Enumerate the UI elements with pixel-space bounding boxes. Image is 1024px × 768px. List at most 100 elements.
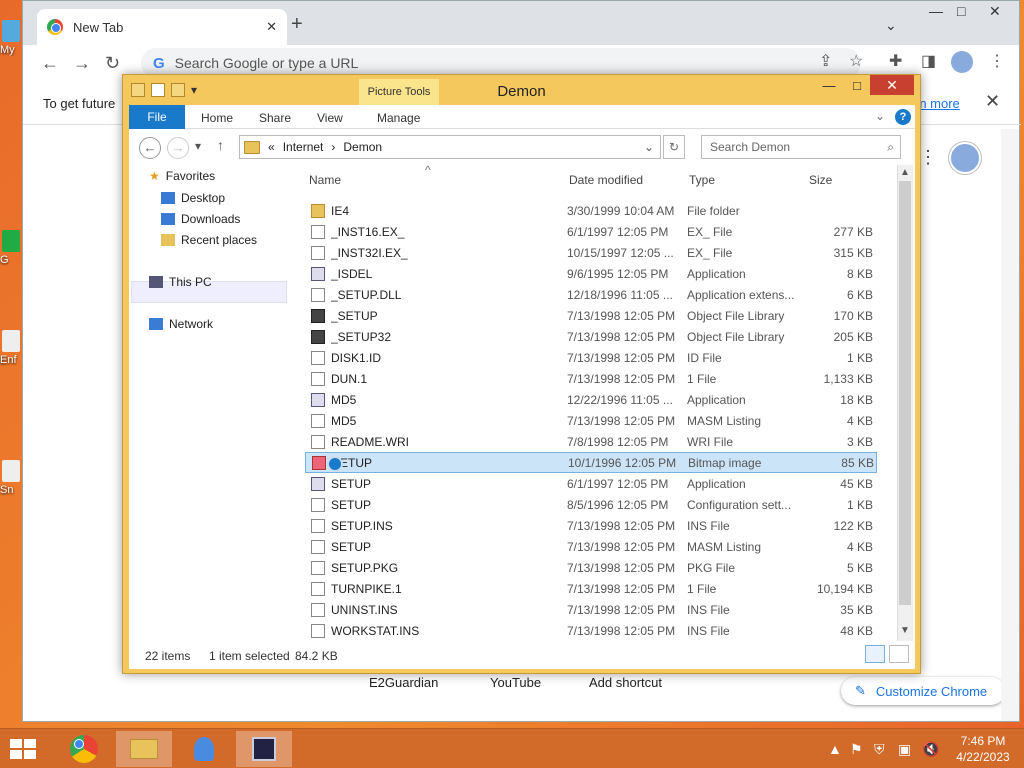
help-icon[interactable]: ?	[895, 109, 911, 125]
taskbar-setup-app[interactable]	[236, 731, 292, 767]
nav-favorites[interactable]: ★ Favorites	[149, 169, 215, 183]
file-row[interactable]: SETUP 7/13/1998 12:05 PM MASM Listing 4 KB	[305, 536, 877, 557]
back-icon[interactable]: ←	[41, 53, 59, 74]
up-icon[interactable]: ↑	[217, 137, 224, 153]
nav-downloads[interactable]: Downloads	[161, 212, 240, 226]
details-view-icon[interactable]	[865, 645, 885, 663]
new-tab-button[interactable]: +	[291, 13, 303, 36]
file-row[interactable]: _ISDEL 9/6/1995 12:05 PM Application 8 KB	[305, 263, 877, 284]
desktop-shortcut[interactable]: My	[0, 20, 22, 56]
file-row[interactable]: DUN.1 7/13/1998 12:05 PM 1 File 1,133 KB	[305, 368, 877, 389]
close-window-button[interactable]: ✕	[989, 3, 1001, 20]
file-row[interactable]: _INST16.EX_ 6/1/1997 12:05 PM EX_ File 277 …	[305, 221, 877, 242]
reload-icon[interactable]: ↻	[105, 53, 120, 74]
col-size[interactable]: Size	[809, 173, 832, 187]
nav-recent[interactable]: Recent places	[161, 233, 257, 247]
minimize-button[interactable]: —	[929, 3, 943, 19]
volume-icon[interactable]: 🔇	[922, 741, 939, 758]
share-icon[interactable]: ⇪	[819, 51, 832, 71]
file-row[interactable]: SETUP 8/5/1996 12:05 PM Configuration sett…	[305, 494, 877, 515]
shortcut-youtube[interactable]: YouTube	[490, 675, 541, 690]
scroll-thumb[interactable]	[899, 181, 911, 605]
file-row[interactable]: IE4 3/30/1999 10:04 AM File folder	[305, 200, 877, 221]
close-tab-icon[interactable]: ✕	[266, 19, 277, 35]
tab-file[interactable]: File	[129, 105, 185, 129]
taskbar-explorer[interactable]	[116, 731, 172, 767]
menu-kebab-icon[interactable]: ⋮	[989, 51, 1005, 71]
forward-icon[interactable]: →	[73, 53, 91, 74]
flag-icon[interactable]: ⚑	[850, 741, 863, 758]
desktop-shortcut[interactable]: Sn	[0, 460, 22, 496]
address-bar[interactable]: « Internet › Demon ⌄	[239, 135, 661, 159]
tab-view[interactable]: View	[317, 111, 343, 125]
list-scrollbar[interactable]: ▲ ▼	[897, 165, 913, 641]
tab-home[interactable]: Home	[201, 111, 233, 125]
file-row[interactable]: _SETUP 7/13/1998 12:05 PM Object File Libr…	[305, 305, 877, 326]
file-row[interactable]: _INST32I.EX_ 10/15/1997 12:05 ... EX_ File…	[305, 242, 877, 263]
desktop-shortcut[interactable]: Enf	[0, 330, 22, 366]
breadcrumb-arrow-icon[interactable]: ›	[331, 140, 335, 154]
tab-manage[interactable]: Manage	[377, 111, 420, 125]
breadcrumb-overflow[interactable]: «	[268, 140, 275, 154]
col-name[interactable]: Name	[309, 173, 341, 187]
ntp-avatar[interactable]	[949, 142, 981, 174]
customize-chrome-button[interactable]: ✎ Customize Chrome	[841, 677, 1005, 705]
ntp-menu-icon[interactable]: ⋮	[919, 147, 937, 168]
network-tray-icon[interactable]: ▣	[898, 741, 911, 758]
side-panel-icon[interactable]: ◨	[921, 51, 936, 71]
file-row[interactable]: TURNPIKE.1 7/13/1998 12:05 PM 1 File 10,194…	[305, 578, 877, 599]
close-info-icon[interactable]: ✕	[985, 91, 1000, 112]
address-dropdown-icon[interactable]: ⌄	[644, 140, 654, 154]
refresh-icon[interactable]: ↻	[663, 135, 685, 159]
col-date-modified[interactable]: Date modified	[569, 173, 643, 187]
explorer-minimize-button[interactable]: —	[815, 77, 843, 97]
file-row[interactable]: SETUP.PKG 7/13/1998 12:05 PM PKG File 5 KB	[305, 557, 877, 578]
nav-desktop[interactable]: Desktop	[161, 191, 225, 205]
expand-ribbon-icon[interactable]: ⌄	[875, 109, 885, 123]
file-row[interactable]: MD5 7/13/1998 12:05 PM MASM Listing 4 KB	[305, 410, 877, 431]
large-icons-view-icon[interactable]	[889, 645, 909, 663]
explorer-close-button[interactable]: ✕	[870, 75, 914, 95]
search-input[interactable]: Search Demon ⌕	[701, 135, 901, 159]
taskbar-chrome[interactable]	[56, 731, 112, 767]
tab-new-tab[interactable]: New Tab ✕	[37, 9, 287, 45]
breadcrumb-internet[interactable]: Internet	[283, 140, 324, 154]
scroll-up-icon[interactable]: ▲	[900, 167, 910, 178]
clock[interactable]: 7:46 PM 4/22/2023	[948, 733, 1018, 765]
file-row[interactable]: README.WRI 7/8/1998 12:05 PM WRI File 3 KB	[305, 431, 877, 452]
show-hidden-icons[interactable]: ▲	[828, 741, 842, 757]
recent-locations-icon[interactable]: ▾	[195, 139, 201, 153]
file-row[interactable]: MD5 12/22/1996 11:05 ... Application 18 KB	[305, 389, 877, 410]
file-row[interactable]: _SETUP.DLL 12/18/1996 11:05 ... Applicatio…	[305, 284, 877, 305]
profile-avatar[interactable]	[951, 51, 973, 73]
file-row[interactable]: SETUP 6/1/1997 12:05 PM Application 45 KB	[305, 473, 877, 494]
breadcrumb-demon[interactable]: Demon	[343, 140, 382, 154]
nav-thispc[interactable]: This PC	[149, 275, 212, 289]
tab-search-icon[interactable]: ⌄	[885, 17, 897, 34]
extensions-icon[interactable]: ✚	[889, 51, 902, 71]
start-button[interactable]	[10, 739, 38, 759]
taskbar-users-app[interactable]	[176, 731, 232, 767]
desktop-shortcut[interactable]: G	[0, 230, 22, 266]
explorer-titlebar[interactable]: ▾ Picture Tools Demon — □ ✕	[123, 75, 920, 105]
explorer-maximize-button[interactable]: □	[843, 77, 871, 97]
file-row[interactable]: SETUP.INS 7/13/1998 12:05 PM INS File 122 K…	[305, 515, 877, 536]
shortcut-add[interactable]: Add shortcut	[589, 675, 662, 690]
tab-share[interactable]: Share	[259, 111, 291, 125]
file-row[interactable]: SETUP 10/1/1996 12:05 PM Bitmap image 85 KB	[305, 452, 877, 473]
file-row[interactable]: DISK1.ID 7/13/1998 12:05 PM ID File 1 KB	[305, 347, 877, 368]
file-row[interactable]: WORKSTAT.INS 7/13/1998 12:05 PM INS File 48…	[305, 620, 877, 641]
page-scrollbar[interactable]	[1001, 129, 1019, 721]
file-row[interactable]: _SETUP32 7/13/1998 12:05 PM Object File Li…	[305, 326, 877, 347]
explorer-forward-icon[interactable]: →	[167, 137, 189, 159]
security-icon[interactable]: ⛨	[874, 741, 885, 758]
scroll-down-icon[interactable]: ▼	[900, 625, 910, 636]
file-row[interactable]: UNINST.INS 7/13/1998 12:05 PM INS File 35 K…	[305, 599, 877, 620]
learn-more-link[interactable]: rn more	[915, 96, 960, 111]
nav-network[interactable]: Network	[149, 317, 213, 331]
col-type[interactable]: Type	[689, 173, 715, 187]
maximize-button[interactable]: □	[957, 3, 965, 19]
shortcut-e2guardian[interactable]: E2Guardian	[369, 675, 438, 690]
explorer-back-icon[interactable]: ←	[139, 137, 161, 159]
bookmark-star-icon[interactable]: ☆	[849, 51, 863, 71]
